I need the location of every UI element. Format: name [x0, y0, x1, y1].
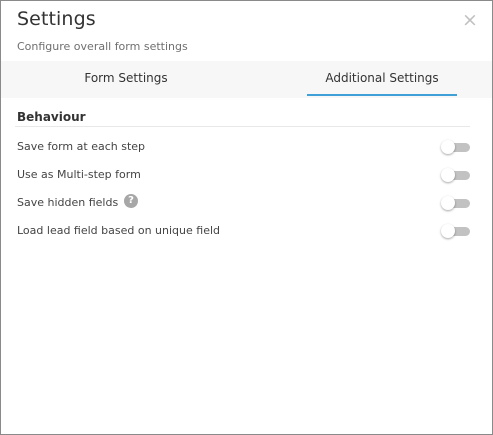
close-icon[interactable]: × [461, 11, 479, 30]
setting-row-save-hidden-fields: Save hidden fields ? [1, 193, 492, 215]
setting-label: Load lead field based on unique field [17, 224, 221, 237]
dialog-header: Settings Configure overall form settings… [1, 1, 492, 61]
toggle-knob [441, 196, 455, 210]
setting-row-multi-step-form: Use as Multi-step form [1, 165, 492, 187]
multi-step-form-toggle[interactable] [441, 168, 471, 182]
toggle-knob [441, 140, 455, 154]
dialog-title: Settings [17, 8, 96, 30]
setting-label: Use as Multi-step form [17, 168, 141, 181]
settings-dialog: Settings Configure overall form settings… [0, 0, 493, 435]
question-circle-icon[interactable]: ? [124, 194, 138, 208]
toggle-knob [441, 168, 455, 182]
setting-label: Save form at each step [17, 140, 146, 153]
load-lead-field-toggle[interactable] [441, 224, 471, 238]
save-hidden-fields-toggle[interactable] [441, 196, 471, 210]
setting-row-save-form-each-step: Save form at each step [1, 137, 492, 159]
dialog-subtitle: Configure overall form settings [17, 40, 188, 53]
section-divider [15, 126, 470, 127]
tab-form-settings[interactable]: Form Settings [46, 61, 206, 96]
tab-bar: Form Settings Additional Settings [1, 61, 492, 98]
toggle-knob [441, 224, 455, 238]
section-title: Behaviour [17, 110, 86, 124]
save-form-each-step-toggle[interactable] [441, 140, 471, 154]
setting-label: Save hidden fields [17, 196, 119, 209]
setting-row-load-lead-field: Load lead field based on unique field [1, 221, 492, 243]
active-tab-indicator [307, 94, 457, 96]
tab-additional-settings[interactable]: Additional Settings [307, 61, 457, 96]
